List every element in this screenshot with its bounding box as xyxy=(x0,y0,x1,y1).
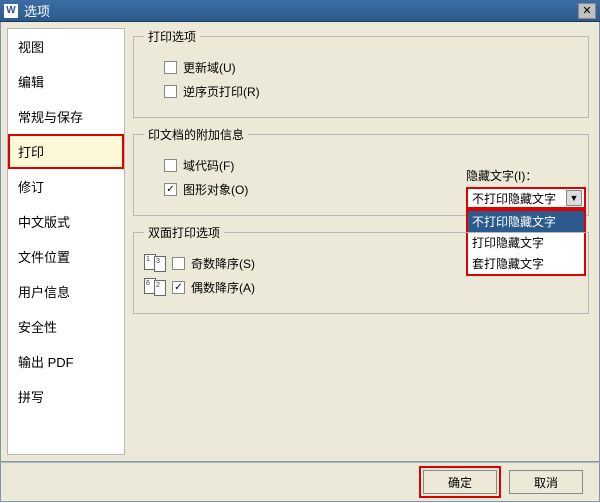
label-even-desc: 偶数降序(A) xyxy=(191,279,255,296)
checkbox-update-field[interactable] xyxy=(164,61,177,74)
checkbox-reverse-order[interactable] xyxy=(164,85,177,98)
checkbox-odd-desc[interactable] xyxy=(172,257,185,270)
legend-attach-info: 印文档的附加信息 xyxy=(144,126,248,143)
pages-even-icon: 62 xyxy=(144,278,168,296)
sidebar-item-2[interactable]: 常规与保存 xyxy=(8,99,124,134)
group-print-options: 打印选项 更新域(U) 逆序页打印(R) xyxy=(133,28,589,118)
label-graphic-obj: 图形对象(O) xyxy=(183,181,248,198)
footer: 确定 取消 xyxy=(0,462,600,502)
checkbox-even-desc[interactable] xyxy=(172,281,185,294)
main-panel: 打印选项 更新域(U) 逆序页打印(R) 印文档的附加信息 域代码(F) xyxy=(125,22,599,461)
group-duplex: 双面打印选项 13 奇数降序(S) 62 偶数降序(A) xyxy=(133,224,589,314)
ok-button[interactable]: 确定 xyxy=(423,470,497,494)
checkbox-field-code[interactable] xyxy=(164,159,177,172)
sidebar-item-1[interactable]: 编辑 xyxy=(8,64,124,99)
group-attach-info: 印文档的附加信息 域代码(F) 图形对象(O) 隐藏文字(I)： 不打印隐藏文字… xyxy=(133,126,589,216)
sidebar-item-10[interactable]: 拼写 xyxy=(8,379,124,414)
sidebar-item-7[interactable]: 用户信息 xyxy=(8,274,124,309)
sidebar-item-0[interactable]: 视图 xyxy=(8,29,124,64)
sidebar-item-4[interactable]: 修订 xyxy=(8,169,124,204)
checkbox-graphic-obj[interactable] xyxy=(164,183,177,196)
dialog-body: 视图编辑常规与保存打印修订中文版式文件位置用户信息安全性输出 PDF拼写 打印选… xyxy=(0,22,600,462)
sidebar-item-6[interactable]: 文件位置 xyxy=(8,239,124,274)
label-odd-desc: 奇数降序(S) xyxy=(191,255,255,272)
sidebar-item-8[interactable]: 安全性 xyxy=(8,309,124,344)
window-title: 选项 xyxy=(24,1,578,20)
chevron-down-icon[interactable]: ▼ xyxy=(566,190,582,206)
sidebar-item-5[interactable]: 中文版式 xyxy=(8,204,124,239)
app-icon: W xyxy=(4,4,18,18)
hidden-text-combo[interactable]: 不打印隐藏文字 ▼ xyxy=(466,187,586,209)
pages-odd-icon: 13 xyxy=(144,254,168,272)
sidebar: 视图编辑常规与保存打印修订中文版式文件位置用户信息安全性输出 PDF拼写 xyxy=(7,28,125,455)
close-button[interactable]: ✕ xyxy=(578,3,596,19)
legend-print-options: 打印选项 xyxy=(144,28,200,45)
label-update-field: 更新域(U) xyxy=(183,59,236,76)
label-field-code: 域代码(F) xyxy=(183,157,234,174)
sidebar-item-9[interactable]: 输出 PDF xyxy=(8,344,124,379)
label-reverse-order: 逆序页打印(R) xyxy=(183,83,260,100)
label-hidden-text: 隐藏文字(I)： xyxy=(466,167,537,184)
combo-value: 不打印隐藏文字 xyxy=(472,190,556,207)
cancel-button[interactable]: 取消 xyxy=(509,470,583,494)
legend-duplex: 双面打印选项 xyxy=(144,224,224,241)
sidebar-item-3[interactable]: 打印 xyxy=(8,134,124,169)
titlebar: W 选项 ✕ xyxy=(0,0,600,22)
